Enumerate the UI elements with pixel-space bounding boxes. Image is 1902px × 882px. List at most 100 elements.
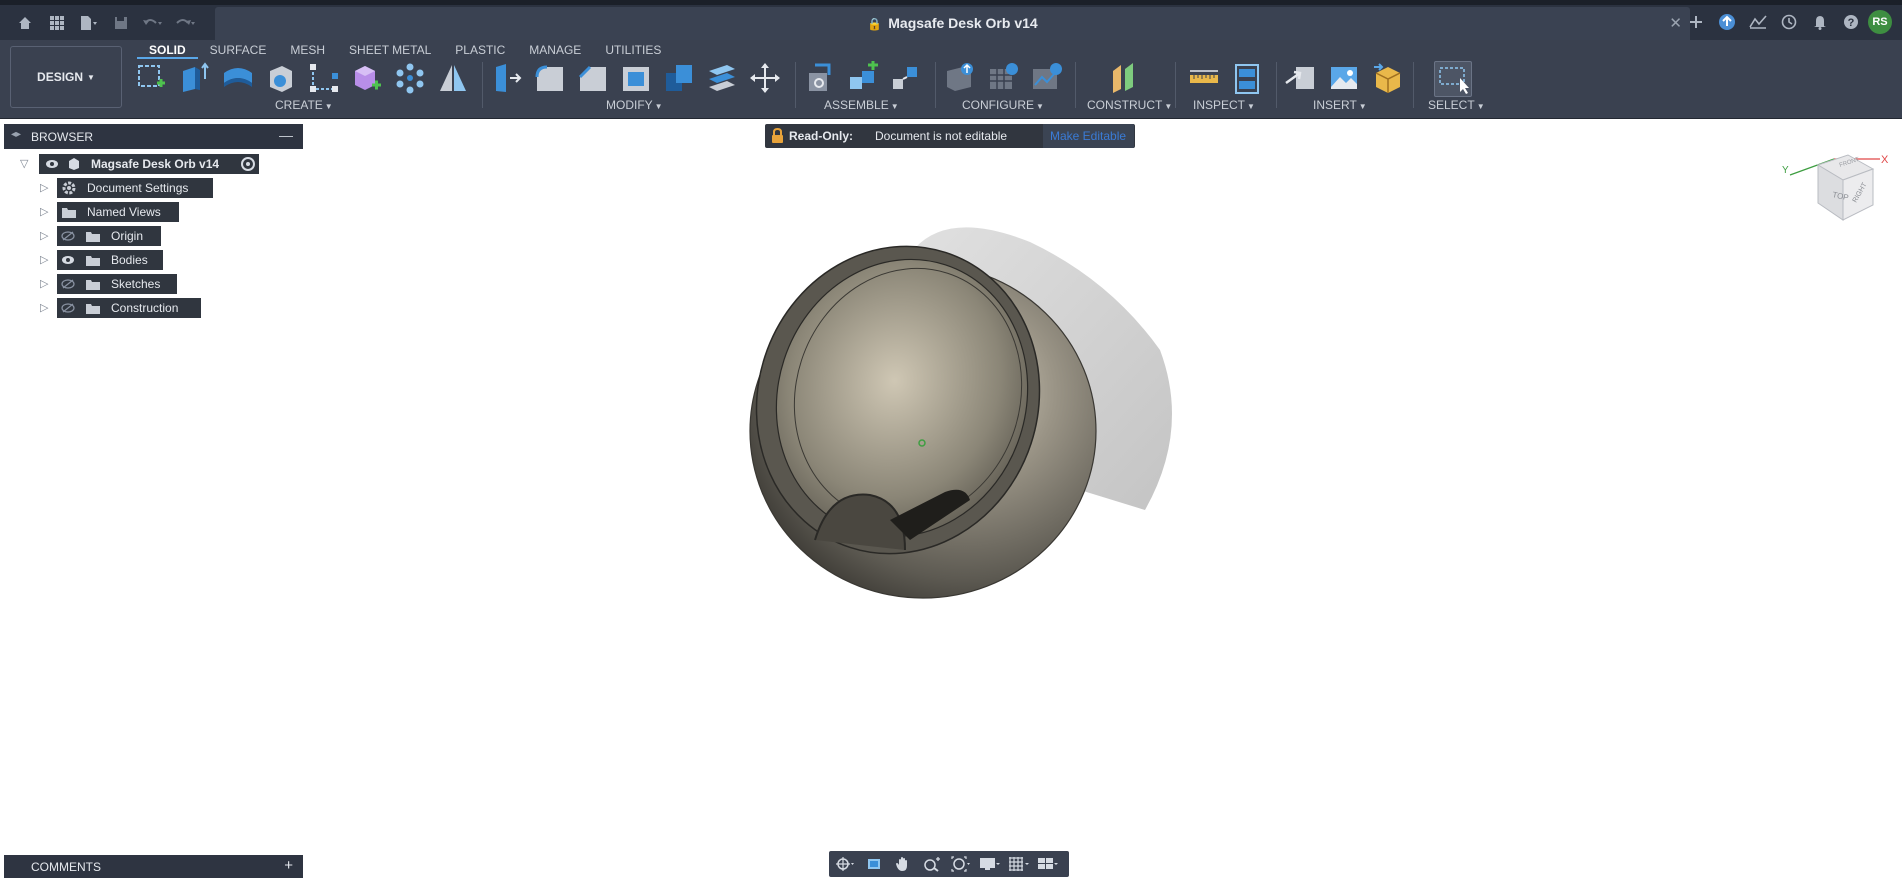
measure-icon[interactable] bbox=[1187, 61, 1221, 95]
comments-panel[interactable]: COMMENTS + bbox=[4, 855, 303, 878]
separator bbox=[1175, 62, 1176, 108]
eye-hidden-icon[interactable] bbox=[61, 279, 85, 289]
eye-icon[interactable] bbox=[45, 159, 63, 169]
new-component-icon[interactable] bbox=[350, 61, 384, 95]
expand-arrow-icon[interactable]: ▷ bbox=[40, 229, 48, 242]
select-menu[interactable]: SELECT ▼ bbox=[1428, 98, 1485, 112]
assemble-menu[interactable]: ASSEMBLE ▼ bbox=[824, 98, 899, 112]
home-icon[interactable] bbox=[12, 9, 38, 37]
create-sketch-icon[interactable] bbox=[135, 61, 169, 95]
create-menu[interactable]: CREATE ▼ bbox=[275, 98, 333, 112]
save-icon[interactable] bbox=[108, 9, 134, 37]
document-tab[interactable]: 🔒 Magsafe Desk Orb v14 ✕ bbox=[215, 7, 1690, 40]
insert-derive-icon[interactable] bbox=[1284, 61, 1318, 95]
make-editable-button[interactable]: Make Editable bbox=[1043, 124, 1135, 148]
shell-icon[interactable] bbox=[264, 61, 298, 95]
chevron-down-icon: ▼ bbox=[1358, 102, 1367, 111]
expand-arrow-icon[interactable]: ▷ bbox=[40, 301, 48, 314]
browser-item-origin[interactable]: Origin bbox=[57, 226, 161, 246]
model-viewport-svg[interactable] bbox=[720, 220, 1180, 640]
tab-sheet-metal[interactable]: SHEET METAL bbox=[337, 40, 443, 59]
orbit-icon[interactable] bbox=[833, 854, 857, 874]
browser-item-named-views[interactable]: Named Views bbox=[57, 202, 179, 222]
workspace-switcher[interactable]: DESIGN ▼ bbox=[10, 46, 122, 108]
zoom-icon[interactable] bbox=[920, 854, 944, 874]
modify-menu[interactable]: MODIFY ▼ bbox=[606, 98, 663, 112]
bell-icon[interactable] bbox=[1806, 8, 1833, 36]
move-icon[interactable] bbox=[748, 61, 782, 95]
configure-menu[interactable]: CONFIGURE ▼ bbox=[962, 98, 1044, 112]
grid-settings-icon[interactable] bbox=[1007, 854, 1031, 874]
tab-surface[interactable]: SURFACE bbox=[198, 40, 279, 59]
chevron-down-icon: ▼ bbox=[1476, 102, 1485, 111]
expand-arrow-icon[interactable]: ▷ bbox=[40, 181, 48, 194]
tab-solid[interactable]: SOLID bbox=[137, 40, 198, 59]
minimize-icon[interactable]: — bbox=[279, 127, 293, 143]
insert-mesh-icon[interactable] bbox=[1370, 61, 1404, 95]
expand-arrow-icon[interactable]: ▷ bbox=[40, 205, 48, 218]
offset-face-icon[interactable] bbox=[705, 61, 739, 95]
extension-icon[interactable] bbox=[1713, 8, 1740, 36]
eye-icon[interactable] bbox=[61, 255, 85, 265]
browser-item-bodies[interactable]: Bodies bbox=[57, 250, 163, 270]
tab-utilities[interactable]: UTILITIES bbox=[593, 40, 673, 59]
chamfer-icon[interactable] bbox=[576, 61, 610, 95]
construct-menu[interactable]: CONSTRUCT ▼ bbox=[1087, 98, 1172, 112]
browser-item-label: Bodies bbox=[111, 253, 148, 267]
fillet-icon[interactable] bbox=[533, 61, 567, 95]
browser-item-sketches[interactable]: Sketches bbox=[57, 274, 177, 294]
tab-manage[interactable]: MANAGE bbox=[517, 40, 593, 59]
press-pull-icon[interactable] bbox=[490, 61, 524, 95]
expand-arrow-icon[interactable]: ▷ bbox=[40, 277, 48, 290]
revolve-icon[interactable] bbox=[221, 61, 255, 95]
display-settings-icon[interactable] bbox=[978, 854, 1002, 874]
user-avatar[interactable]: RS bbox=[1868, 10, 1892, 34]
rectangular-pattern-icon[interactable] bbox=[307, 61, 341, 95]
expand-arrow-icon[interactable]: ▷ bbox=[40, 253, 48, 266]
insert-canvas-icon[interactable] bbox=[1327, 61, 1361, 95]
offset-plane-icon[interactable] bbox=[1107, 61, 1141, 95]
pattern-icon[interactable] bbox=[393, 61, 427, 95]
tab-plastic[interactable]: PLASTIC bbox=[443, 40, 517, 59]
browser-item-document-settings[interactable]: Document Settings bbox=[57, 178, 213, 198]
shell-modify-icon[interactable] bbox=[619, 61, 653, 95]
separator bbox=[1075, 62, 1076, 108]
undo-icon[interactable] bbox=[140, 9, 166, 37]
inspect-menu[interactable]: INSPECT ▼ bbox=[1193, 98, 1255, 112]
grid-icon[interactable] bbox=[44, 9, 70, 37]
configure-theme-icon[interactable] bbox=[1029, 61, 1063, 95]
activity-icon[interactable] bbox=[1744, 8, 1771, 36]
tab-mesh[interactable]: MESH bbox=[278, 40, 337, 59]
joint-icon[interactable] bbox=[846, 60, 880, 95]
look-at-icon[interactable] bbox=[862, 854, 886, 874]
section-analysis-icon[interactable] bbox=[1230, 61, 1264, 95]
add-comment-button[interactable]: + bbox=[284, 857, 293, 874]
fit-icon[interactable] bbox=[949, 854, 973, 874]
select-tool[interactable] bbox=[1434, 61, 1472, 97]
new-component-assemble-icon[interactable] bbox=[803, 61, 837, 95]
file-icon[interactable] bbox=[76, 9, 102, 37]
collapse-panel-icon[interactable]: ◂▸ bbox=[11, 129, 21, 140]
extrude-icon[interactable] bbox=[178, 61, 212, 95]
clock-icon[interactable] bbox=[1775, 8, 1802, 36]
configure-rules-icon[interactable] bbox=[986, 61, 1020, 95]
expand-arrow-icon[interactable]: ▽ bbox=[20, 157, 28, 170]
combine-icon[interactable] bbox=[662, 61, 696, 95]
activate-radio-icon[interactable] bbox=[241, 157, 255, 171]
close-tab-icon[interactable]: ✕ bbox=[1669, 14, 1682, 32]
viewports-icon[interactable] bbox=[1036, 854, 1060, 874]
new-tab-icon[interactable] bbox=[1682, 8, 1709, 36]
insert-menu[interactable]: INSERT ▼ bbox=[1313, 98, 1367, 112]
view-cube[interactable]: Y X TOP RIGHT FRONT bbox=[1770, 145, 1890, 225]
browser-item-construction[interactable]: Construction bbox=[57, 298, 201, 318]
pan-icon[interactable] bbox=[891, 854, 915, 874]
redo-icon[interactable] bbox=[172, 9, 198, 37]
mirror-icon[interactable] bbox=[436, 61, 470, 95]
eye-hidden-icon[interactable] bbox=[61, 231, 85, 241]
browser-panel-header: ◂▸ BROWSER — bbox=[4, 124, 303, 149]
help-icon[interactable]: ? bbox=[1837, 8, 1864, 36]
configure-table-icon[interactable] bbox=[943, 61, 977, 95]
browser-root-node[interactable]: Magsafe Desk Orb v14 bbox=[39, 154, 259, 174]
eye-hidden-icon[interactable] bbox=[61, 303, 85, 313]
as-built-joint-icon[interactable] bbox=[889, 61, 923, 95]
